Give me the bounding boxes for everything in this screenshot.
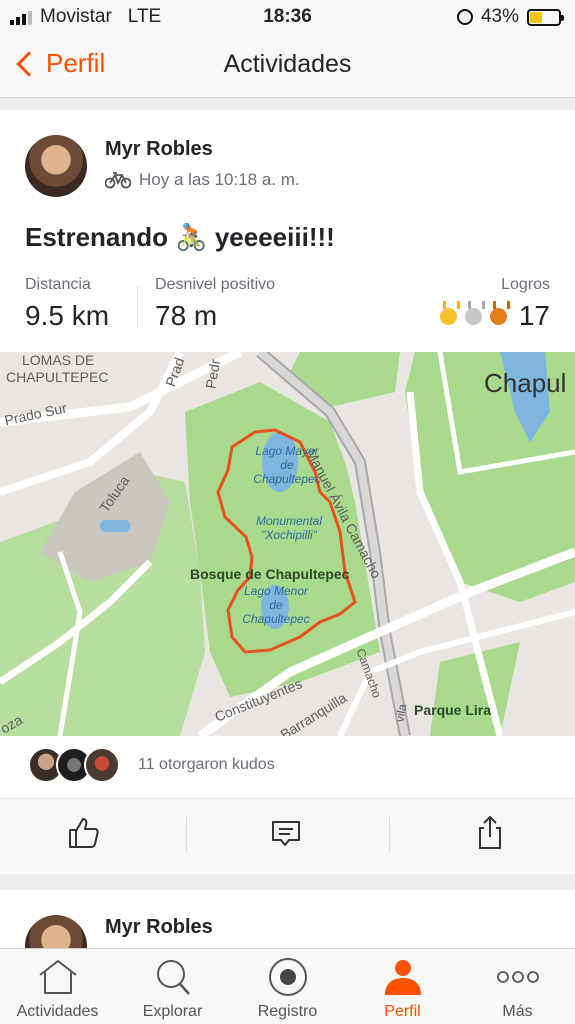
search-icon bbox=[156, 960, 190, 995]
tab-label: Perfil bbox=[384, 1003, 421, 1020]
kudos-button[interactable] bbox=[64, 813, 108, 857]
map-label-chapultepec-area: CHAPULTEPEC bbox=[6, 369, 109, 385]
action-separator bbox=[186, 817, 187, 853]
home-icon bbox=[38, 960, 77, 994]
tab-label: Registro bbox=[257, 1003, 318, 1020]
navigation-bar: Perfil Actividades bbox=[0, 34, 575, 98]
achievements-label: Logros bbox=[501, 276, 550, 293]
silver-medal-icon bbox=[464, 300, 485, 325]
tab-bar: Actividades Explorar Registro Perfil Más bbox=[0, 948, 575, 1024]
elevation-value: 78 m bbox=[155, 300, 218, 331]
tab-label: Más bbox=[502, 1003, 533, 1020]
athlete-name[interactable]: Myr Robles bbox=[105, 138, 213, 161]
thumbs-up-icon bbox=[69, 818, 99, 848]
gold-medal-icon bbox=[439, 300, 460, 325]
comment-button[interactable] bbox=[266, 813, 310, 857]
status-right: 43% bbox=[456, 6, 564, 28]
kudos-avatar bbox=[84, 747, 120, 783]
achievements-count: 17 bbox=[518, 300, 550, 331]
distance-label: Distancia bbox=[25, 276, 91, 293]
page-title: Actividades bbox=[223, 50, 352, 78]
tab-perfil[interactable]: Perfil bbox=[345, 957, 460, 1021]
kudos-row[interactable]: 11 otorgaron kudos bbox=[28, 747, 275, 783]
tab-explorar[interactable]: Explorar bbox=[115, 957, 230, 1021]
tab-mas[interactable]: Más bbox=[460, 957, 575, 1021]
orientation-lock-icon bbox=[456, 9, 473, 25]
tab-actividades[interactable]: Actividades bbox=[0, 957, 115, 1021]
bronze-medal-icon bbox=[489, 300, 510, 325]
share-icon bbox=[479, 816, 501, 849]
achievements-stat: Logros 17 bbox=[439, 276, 550, 332]
route-map[interactable]: LOMAS DE CHAPULTEPEC Prado Sur Prad Pedr… bbox=[0, 352, 575, 736]
activity-stats: Distancia 9.5 km Desnivel positivo 78 m … bbox=[25, 276, 550, 336]
tab-registro[interactable]: Registro bbox=[230, 957, 345, 1021]
avatar[interactable] bbox=[25, 915, 87, 948]
battery-icon bbox=[527, 8, 564, 26]
distance-stat: Distancia 9.5 km bbox=[25, 276, 109, 332]
tab-label: Explorar bbox=[142, 1003, 203, 1020]
activity-card-next[interactable]: Myr Robles bbox=[0, 890, 575, 948]
stat-divider bbox=[137, 286, 138, 328]
map-label-chapul: Chapul bbox=[484, 368, 567, 398]
map-label-parque-lira: Parque Lira bbox=[414, 702, 492, 718]
activity-timestamp: Hoy a las 10:18 a. m. bbox=[139, 170, 300, 189]
map-label-monumental: Monumental "Xochipilli" bbox=[255, 514, 323, 542]
record-icon bbox=[268, 958, 307, 996]
profile-icon bbox=[384, 960, 421, 995]
map-label-lago-mayor: Lago Mayor de Chapultepec bbox=[253, 444, 321, 486]
map-label-lago-menor: Lago Menor de Chapultepec bbox=[242, 584, 310, 626]
kudos-count-text: 11 otorgaron kudos bbox=[138, 756, 275, 773]
activity-meta: Hoy a las 10:18 a. m. bbox=[105, 170, 300, 190]
avatar[interactable] bbox=[25, 135, 87, 197]
elevation-stat: Desnivel positivo 78 m bbox=[155, 276, 275, 332]
elevation-label: Desnivel positivo bbox=[155, 276, 276, 293]
bike-icon bbox=[105, 172, 131, 189]
map-label-bosque: Bosque de Chapultepec bbox=[190, 566, 350, 582]
share-button[interactable] bbox=[470, 813, 514, 857]
distance-value: 9.5 km bbox=[25, 300, 110, 331]
status-bar: Movistar LTE 18:36 43% bbox=[0, 0, 575, 34]
comment-icon bbox=[272, 821, 300, 846]
action-separator bbox=[389, 817, 390, 853]
activity-actions bbox=[0, 798, 575, 872]
tab-label: Actividades bbox=[16, 1003, 99, 1020]
athlete-name[interactable]: Myr Robles bbox=[105, 916, 213, 939]
activity-title[interactable]: Estrenando 🚴🏼 yeeeeiii!!! bbox=[25, 222, 335, 253]
more-icon bbox=[496, 971, 539, 983]
map-label-lomas: LOMAS DE bbox=[22, 352, 95, 368]
battery-percent: 43% bbox=[480, 6, 519, 27]
activity-card[interactable]: Myr Robles Hoy a las 10:18 a. m. Estrena… bbox=[0, 110, 575, 874]
